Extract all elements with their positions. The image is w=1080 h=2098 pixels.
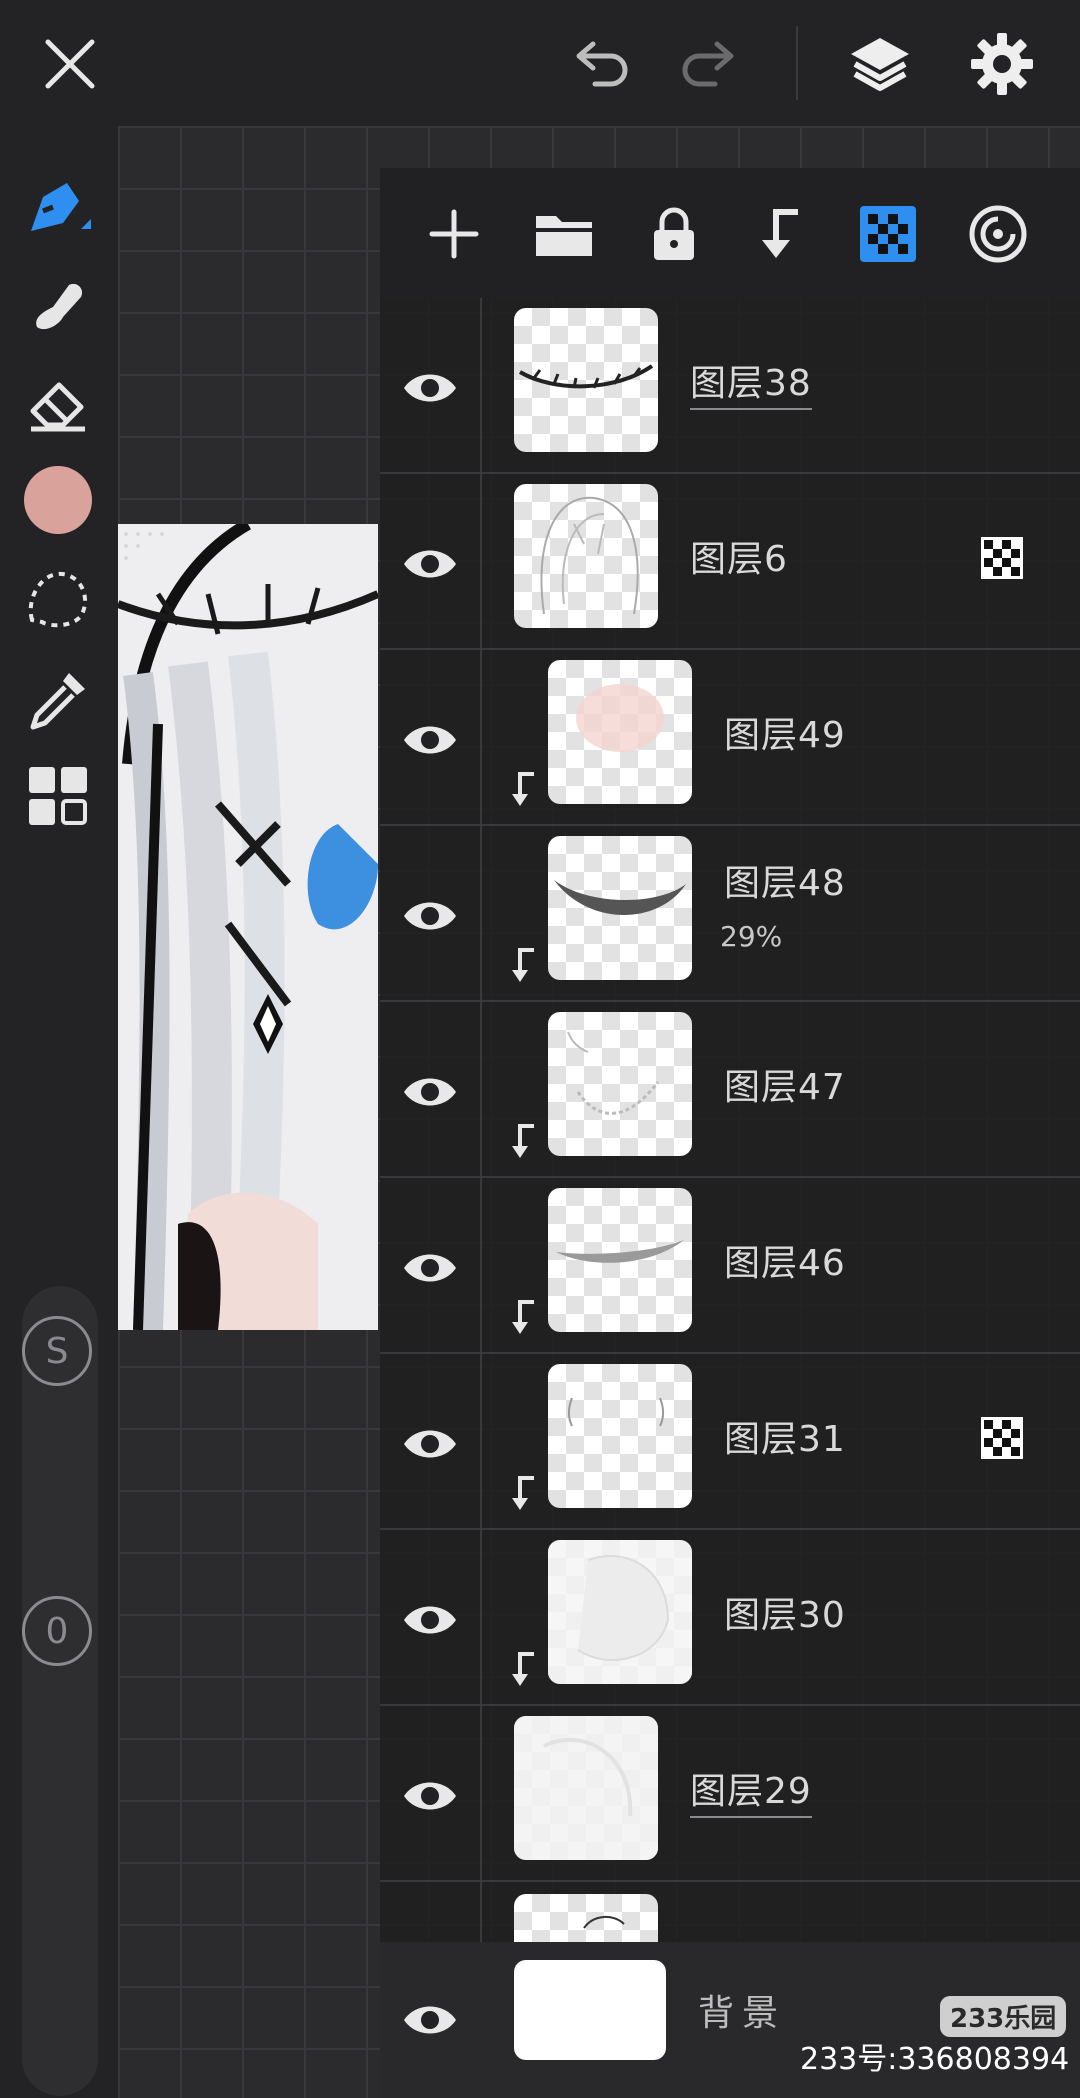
alpha-lock-icon[interactable] [850,196,926,272]
clipping-arrow-icon [512,1124,534,1158]
layer-thumbnail [514,484,658,628]
visibility-eye-icon[interactable] [398,532,462,596]
layer-name[interactable]: 图层47 [724,1058,846,1110]
clipping-arrow-icon [512,1300,534,1334]
layer-name[interactable]: 图层38 [690,354,812,410]
background-thumbnail [514,1960,666,2060]
lasso-selection-icon[interactable] [18,558,98,638]
divider [480,1354,482,1530]
layer-thumbnail [514,1716,658,1860]
visibility-eye-icon[interactable] [398,1988,462,2052]
layers-icon[interactable] [840,24,920,104]
top-bar [0,0,1080,126]
close-icon[interactable] [30,24,110,104]
visibility-eye-icon[interactable] [398,884,462,948]
layer-thumbnail [548,660,692,804]
artwork-preview [118,524,378,1330]
clip-arrow-icon[interactable] [742,196,818,272]
layer-name[interactable]: 图层6 [690,530,788,582]
layer-row[interactable]: 图层29 [380,1706,1080,1882]
brush-size-button[interactable]: S [22,1316,92,1386]
layer-thumbnail [514,1894,658,1942]
layer-row[interactable]: 图层47 [380,1002,1080,1178]
layer-panel: 图层38 图层6 图层49 图层48 29% 图层47 图层46 图层31 图层… [380,168,1080,2098]
divider [796,26,798,100]
visibility-eye-icon[interactable] [398,1764,462,1828]
materials-grid-icon[interactable] [18,756,98,836]
left-toolbar: S 0 [0,126,118,2098]
layer-row[interactable]: 图层6 [380,474,1080,650]
add-layer-icon[interactable] [416,196,492,272]
watermark-badge: 233乐园 [940,1996,1067,2037]
redo-icon[interactable] [670,24,750,104]
layer-row[interactable]: 图层38 [380,298,1080,474]
layer-row[interactable]: 图层31 [380,1354,1080,1530]
layer-name[interactable]: 图层46 [724,1234,846,1286]
layer-row[interactable]: 图层49 [380,650,1080,826]
layer-thumbnail [514,308,658,452]
divider [480,650,482,826]
layer-opacity: 29% [720,920,783,953]
lock-icon[interactable] [636,196,712,272]
clipping-arrow-icon [512,772,534,806]
layer-name[interactable]: 图层48 [724,854,846,906]
layer-name[interactable]: 图层30 [724,1586,846,1638]
visibility-eye-icon[interactable] [398,1412,462,1476]
eraser-icon[interactable] [18,362,98,442]
visibility-eye-icon[interactable] [398,1236,462,1300]
divider [480,1706,482,1882]
layer-row[interactable]: 图层46 [380,1178,1080,1354]
divider [480,1882,482,1942]
undo-icon[interactable] [560,24,640,104]
layer-name[interactable]: 图层29 [690,1762,812,1818]
clipping-arrow-icon [512,1652,534,1686]
layer-thumbnail [548,1188,692,1332]
divider [480,1002,482,1178]
layer-row[interactable]: 图层30 [380,1530,1080,1706]
eyedropper-icon[interactable] [18,660,98,740]
brush-opacity-button[interactable]: 0 [22,1596,92,1666]
visibility-eye-icon[interactable] [398,708,462,772]
brush-slider-track[interactable] [22,1286,98,2096]
folder-icon[interactable] [526,196,602,272]
clipping-arrow-icon [512,1476,534,1510]
color-swatch[interactable] [18,460,98,540]
layer-row[interactable]: 图层48 29% [380,826,1080,1002]
layer-name[interactable]: 图层49 [724,706,846,758]
clipping-arrow-icon [512,948,534,982]
layer-thumbnail [548,1540,692,1684]
visibility-eye-icon[interactable] [398,1588,462,1652]
pen-tool-icon[interactable] [18,166,98,246]
layer-thumbnail [548,836,692,980]
divider [480,474,482,650]
divider [480,1530,482,1706]
layer-thumbnail [548,1364,692,1508]
divider [480,826,482,1002]
divider [480,1178,482,1354]
current-color [24,466,92,534]
layer-mask-icon[interactable] [980,536,1024,580]
layer-mask-icon[interactable] [980,1416,1024,1460]
background-layer-name: 背景 [698,1993,787,2034]
visibility-eye-icon[interactable] [398,1060,462,1124]
divider [480,298,482,474]
smudge-tool-icon[interactable] [18,266,98,346]
blend-target-icon[interactable] [960,196,1036,272]
layer-name[interactable]: 图层31 [724,1410,846,1462]
watermark-text: 233号:336808394 [800,2042,1070,2077]
layer-thumbnail [548,1012,692,1156]
gear-icon[interactable] [962,24,1042,104]
layer-actions-bar [380,168,1080,298]
visibility-eye-icon[interactable] [398,356,462,420]
